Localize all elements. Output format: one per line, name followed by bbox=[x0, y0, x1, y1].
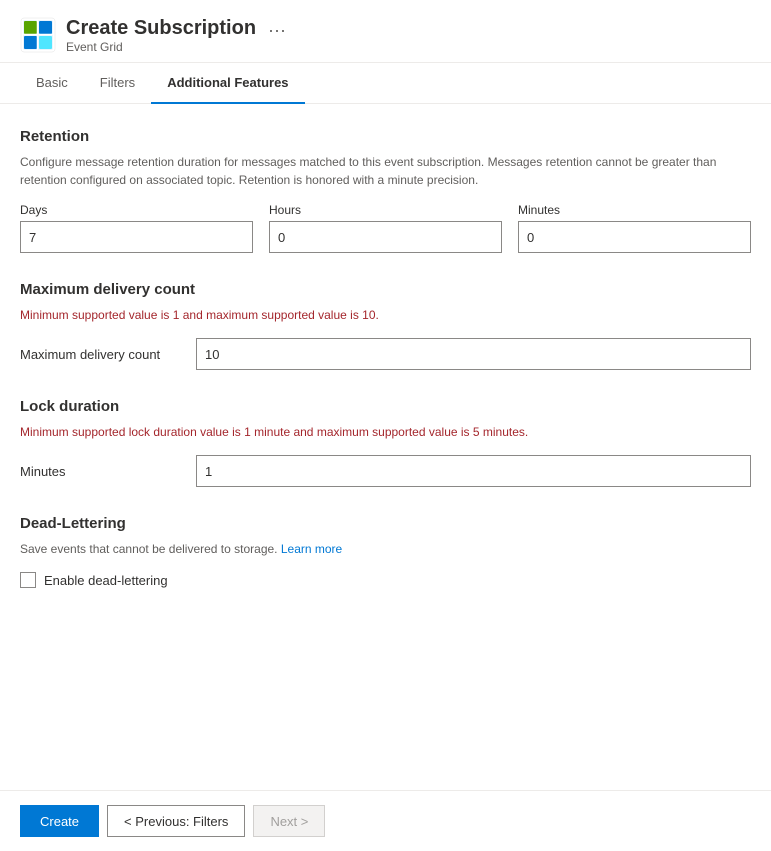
retention-section: Retention Configure message retention du… bbox=[20, 128, 751, 253]
lock-duration-input[interactable] bbox=[196, 455, 751, 487]
next-button: Next > bbox=[253, 805, 325, 837]
event-grid-icon bbox=[20, 17, 56, 53]
tab-additional-features[interactable]: Additional Features bbox=[151, 63, 304, 104]
retention-fields-row: Days Hours Minutes bbox=[20, 203, 751, 253]
enable-dead-lettering-label: Enable dead-lettering bbox=[44, 573, 168, 588]
days-input[interactable] bbox=[20, 221, 253, 253]
lock-duration-label: Minutes bbox=[20, 464, 180, 479]
page-header: Create Subscription Event Grid ··· bbox=[0, 0, 771, 63]
dead-lettering-title: Dead-Lettering bbox=[20, 515, 751, 532]
minutes-field-group: Minutes bbox=[518, 203, 751, 253]
max-delivery-field-row: Maximum delivery count bbox=[20, 338, 751, 370]
main-content: Retention Configure message retention du… bbox=[0, 104, 771, 640]
enable-dead-lettering-checkbox[interactable] bbox=[20, 572, 36, 588]
tab-filters[interactable]: Filters bbox=[84, 63, 151, 104]
dead-lettering-section: Dead-Lettering Save events that cannot b… bbox=[20, 515, 751, 588]
dead-lettering-desc-text: Save events that cannot be delivered to … bbox=[20, 542, 278, 556]
retention-description: Configure message retention duration for… bbox=[20, 153, 740, 189]
hours-field-group: Hours bbox=[269, 203, 502, 253]
days-field-group: Days bbox=[20, 203, 253, 253]
days-label: Days bbox=[20, 203, 253, 217]
max-delivery-label: Maximum delivery count bbox=[20, 347, 180, 362]
tab-bar: Basic Filters Additional Features bbox=[0, 63, 771, 104]
dead-lettering-checkbox-row: Enable dead-lettering bbox=[20, 572, 751, 588]
lock-duration-field-row: Minutes bbox=[20, 455, 751, 487]
retention-title: Retention bbox=[20, 128, 751, 145]
dead-lettering-description: Save events that cannot be delivered to … bbox=[20, 540, 740, 558]
lock-duration-warning: Minimum supported lock duration value is… bbox=[20, 423, 751, 441]
minutes-label: Minutes bbox=[518, 203, 751, 217]
previous-button[interactable]: < Previous: Filters bbox=[107, 805, 245, 837]
hours-input[interactable] bbox=[269, 221, 502, 253]
learn-more-link[interactable]: Learn more bbox=[281, 542, 342, 556]
lock-duration-section: Lock duration Minimum supported lock dur… bbox=[20, 398, 751, 487]
minutes-input[interactable] bbox=[518, 221, 751, 253]
create-button[interactable]: Create bbox=[20, 805, 99, 837]
more-options-icon[interactable]: ··· bbox=[268, 20, 286, 41]
page-subtitle: Event Grid bbox=[66, 40, 256, 54]
hours-label: Hours bbox=[269, 203, 502, 217]
header-text-group: Create Subscription Event Grid bbox=[66, 16, 256, 54]
lock-duration-title: Lock duration bbox=[20, 398, 751, 415]
max-delivery-title: Maximum delivery count bbox=[20, 281, 751, 298]
page-title: Create Subscription bbox=[66, 16, 256, 40]
tab-basic[interactable]: Basic bbox=[20, 63, 84, 104]
max-delivery-section: Maximum delivery count Minimum supported… bbox=[20, 281, 751, 370]
max-delivery-input[interactable] bbox=[196, 338, 751, 370]
footer-bar: Create < Previous: Filters Next > bbox=[0, 790, 771, 851]
max-delivery-warning: Minimum supported value is 1 and maximum… bbox=[20, 306, 751, 324]
